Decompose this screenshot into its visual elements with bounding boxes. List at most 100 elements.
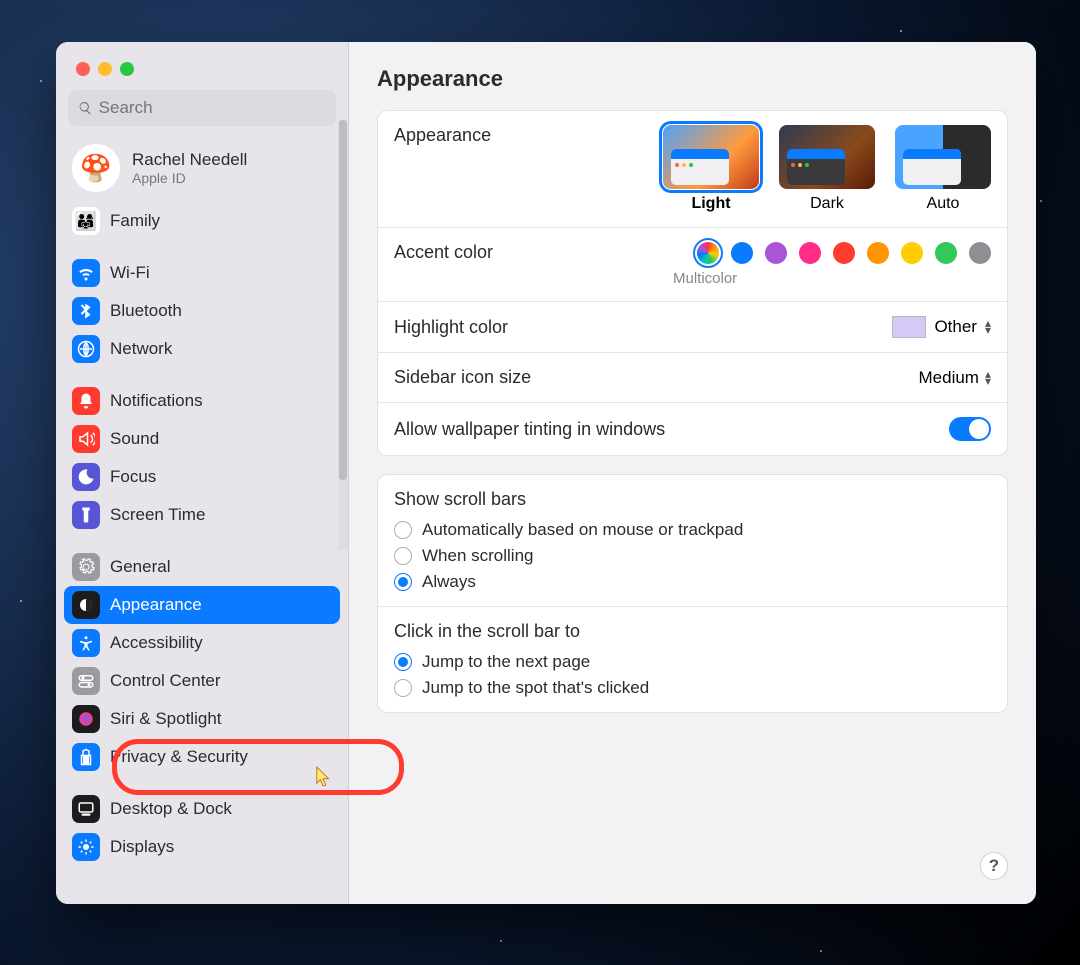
sidebar-item-wi-fi[interactable]: Wi-Fi bbox=[64, 254, 340, 292]
accent-swatch-7[interactable] bbox=[935, 242, 957, 264]
close-button[interactable] bbox=[76, 62, 90, 76]
tinting-row: Allow wallpaper tinting in windows bbox=[378, 403, 1007, 455]
accent-swatch-0[interactable] bbox=[697, 242, 719, 264]
sidebar-item-control-center[interactable]: Control Center bbox=[64, 662, 340, 700]
control-center-icon bbox=[72, 667, 100, 695]
main-content: Appearance Appearance Light Dark Auto bbox=[349, 42, 1036, 904]
theme-light[interactable]: Light bbox=[663, 125, 759, 213]
search-icon bbox=[78, 100, 93, 116]
highlight-label: Highlight color bbox=[394, 317, 508, 338]
click-label: Jump to the spot that's clicked bbox=[422, 678, 649, 698]
scroll-option-1[interactable]: When scrolling bbox=[394, 546, 743, 566]
sidebar-item-general[interactable]: General bbox=[64, 548, 340, 586]
sidebar-item-label: General bbox=[110, 557, 170, 577]
tinting-toggle[interactable] bbox=[949, 417, 991, 441]
sidebar-item-sound[interactable]: Sound bbox=[64, 420, 340, 458]
theme-row: Appearance Light Dark Auto bbox=[378, 111, 1007, 228]
click-option-1[interactable]: Jump to the spot that's clicked bbox=[394, 678, 649, 698]
desktop-dock-icon bbox=[72, 795, 100, 823]
click-scroll-row: Click in the scroll bar to Jump to the n… bbox=[378, 607, 1007, 712]
sidebar: 🍄 Rachel Needell Apple ID 👨‍👩‍👧 Family W… bbox=[56, 42, 349, 904]
user-name: Rachel Needell bbox=[132, 150, 247, 170]
user-sub: Apple ID bbox=[132, 170, 247, 186]
accent-row: Accent color Multicolor bbox=[378, 228, 1007, 302]
sidebar-size-label: Sidebar icon size bbox=[394, 367, 531, 388]
theme-dark[interactable]: Dark bbox=[779, 125, 875, 213]
theme-auto[interactable]: Auto bbox=[895, 125, 991, 213]
highlight-select[interactable]: Other ▴▾ bbox=[892, 316, 991, 338]
sidebar-item-screen-time[interactable]: Screen Time bbox=[64, 496, 340, 534]
sidebar-item-label: Appearance bbox=[110, 595, 202, 615]
sidebar-item-family[interactable]: 👨‍👩‍👧 Family bbox=[64, 202, 340, 240]
stepper-icon: ▴▾ bbox=[985, 320, 991, 334]
click-option-0[interactable]: Jump to the next page bbox=[394, 652, 649, 672]
zoom-button[interactable] bbox=[120, 62, 134, 76]
radio-icon bbox=[394, 653, 412, 671]
sidebar-item-siri-spotlight[interactable]: Siri & Spotlight bbox=[64, 700, 340, 738]
accent-swatch-1[interactable] bbox=[731, 242, 753, 264]
focus-icon bbox=[72, 463, 100, 491]
search-input[interactable] bbox=[99, 98, 326, 118]
sidebar-item-label: Accessibility bbox=[110, 633, 203, 653]
sidebar-item-displays[interactable]: Displays bbox=[64, 828, 340, 866]
highlight-swatch bbox=[892, 316, 926, 338]
sidebar-item-label: Wi-Fi bbox=[110, 263, 150, 283]
radio-icon bbox=[394, 679, 412, 697]
appearance-panel: Appearance Light Dark Auto bbox=[377, 110, 1008, 456]
accent-swatch-4[interactable] bbox=[833, 242, 855, 264]
sidebar-size-select[interactable]: Medium ▴▾ bbox=[919, 368, 992, 388]
sidebar-item-label: Siri & Spotlight bbox=[110, 709, 222, 729]
accent-hint: Multicolor bbox=[673, 270, 737, 287]
scroll-option-0[interactable]: Automatically based on mouse or trackpad bbox=[394, 520, 743, 540]
sidebar-item-label: Privacy & Security bbox=[110, 747, 248, 767]
highlight-row: Highlight color Other ▴▾ bbox=[378, 302, 1007, 353]
sidebar-item-label: Focus bbox=[110, 467, 156, 487]
network-icon bbox=[72, 335, 100, 363]
click-scroll-title: Click in the scroll bar to bbox=[394, 621, 580, 642]
sidebar-item-label: Network bbox=[110, 339, 172, 359]
click-label: Jump to the next page bbox=[422, 652, 590, 672]
sidebar-item-appearance[interactable]: Appearance bbox=[64, 586, 340, 624]
accent-swatch-2[interactable] bbox=[765, 242, 787, 264]
accent-swatch-8[interactable] bbox=[969, 242, 991, 264]
scroll-label: Automatically based on mouse or trackpad bbox=[422, 520, 743, 540]
wi-fi-icon bbox=[72, 259, 100, 287]
system-settings-window: 🍄 Rachel Needell Apple ID 👨‍👩‍👧 Family W… bbox=[56, 42, 1036, 904]
help-button[interactable]: ? bbox=[980, 852, 1008, 880]
sidebar-item-desktop-dock[interactable]: Desktop & Dock bbox=[64, 790, 340, 828]
scroll-label: When scrolling bbox=[422, 546, 534, 566]
avatar: 🍄 bbox=[72, 144, 120, 192]
radio-icon bbox=[394, 521, 412, 539]
radio-icon bbox=[394, 573, 412, 591]
sidebar-item-notifications[interactable]: Notifications bbox=[64, 382, 340, 420]
accent-swatch-3[interactable] bbox=[799, 242, 821, 264]
sidebar-item-label: Sound bbox=[110, 429, 159, 449]
apple-id-row[interactable]: 🍄 Rachel Needell Apple ID bbox=[56, 138, 348, 202]
sidebar-scroll-thumb[interactable] bbox=[339, 120, 347, 480]
sidebar-item-bluetooth[interactable]: Bluetooth bbox=[64, 292, 340, 330]
scroll-panel: Show scroll bars Automatically based on … bbox=[377, 474, 1008, 713]
scroll-option-2[interactable]: Always bbox=[394, 572, 743, 592]
general-icon bbox=[72, 553, 100, 581]
sidebar-item-focus[interactable]: Focus bbox=[64, 458, 340, 496]
sidebar-item-network[interactable]: Network bbox=[64, 330, 340, 368]
sidebar-item-privacy-security[interactable]: Privacy & Security bbox=[64, 738, 340, 776]
sidebar-item-accessibility[interactable]: Accessibility bbox=[64, 624, 340, 662]
siri-spotlight-icon bbox=[72, 705, 100, 733]
bluetooth-icon bbox=[72, 297, 100, 325]
minimize-button[interactable] bbox=[98, 62, 112, 76]
page-title: Appearance bbox=[377, 66, 1008, 92]
scroll-bars-title: Show scroll bars bbox=[394, 489, 526, 510]
search-field[interactable] bbox=[68, 90, 336, 126]
sound-icon bbox=[72, 425, 100, 453]
theme-auto-label: Auto bbox=[927, 195, 960, 213]
scroll-label: Always bbox=[422, 572, 476, 592]
window-controls bbox=[56, 58, 348, 90]
nav: 👨‍👩‍👧 Family Wi-Fi Bluetooth Network Notif… bbox=[56, 202, 348, 880]
accent-swatch-5[interactable] bbox=[867, 242, 889, 264]
sidebar-item-label: Displays bbox=[110, 837, 174, 857]
screen-time-icon bbox=[72, 501, 100, 529]
accent-swatch-6[interactable] bbox=[901, 242, 923, 264]
sidebar-item-label: Desktop & Dock bbox=[110, 799, 232, 819]
displays-icon bbox=[72, 833, 100, 861]
